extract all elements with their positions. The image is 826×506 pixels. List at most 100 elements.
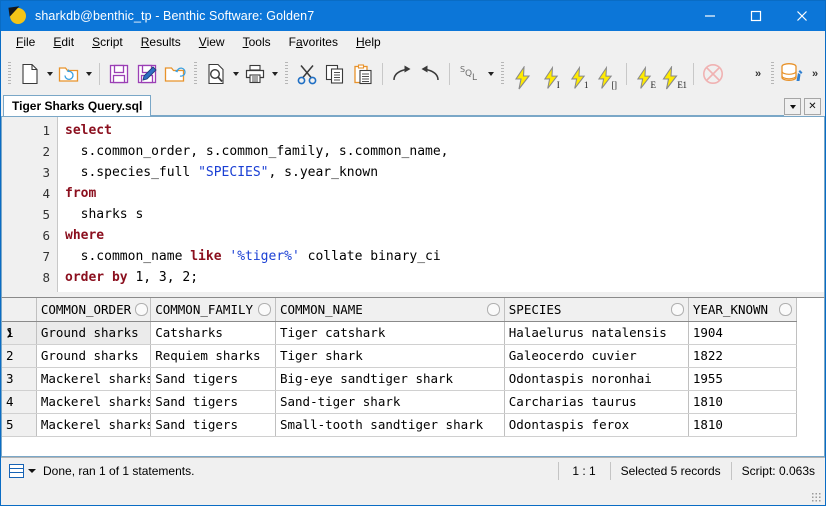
database-tools-icon[interactable]: [779, 58, 807, 90]
results-grid-icon[interactable]: [9, 463, 24, 478]
save-icon[interactable]: [105, 58, 133, 90]
sql-dropdown-icon[interactable]: [485, 58, 496, 90]
execute-interactive-icon[interactable]: I: [537, 58, 565, 90]
find-icon[interactable]: [202, 58, 230, 90]
table-cell[interactable]: Tiger catshark: [275, 321, 505, 345]
print-icon[interactable]: [241, 58, 269, 90]
maximize-icon[interactable]: [733, 1, 779, 31]
toolbar-grip-4[interactable]: [501, 62, 504, 86]
table-cell[interactable]: Sand tigers: [150, 390, 276, 414]
row-header[interactable]: 2: [2, 344, 37, 368]
copy-icon[interactable]: [321, 58, 349, 90]
table-cell[interactable]: Sand tigers: [150, 367, 276, 391]
table-cell[interactable]: Small-tooth sandtiger shark: [275, 413, 505, 437]
table-row[interactable]: 2 Ground sharks Requiem sharks Tiger shark G…: [2, 344, 798, 368]
close-icon[interactable]: [779, 1, 825, 31]
row-header[interactable]: 3: [2, 367, 37, 391]
menu-help[interactable]: Help: [347, 32, 390, 52]
cancel-icon[interactable]: [699, 58, 727, 90]
row-header[interactable]: 5: [2, 413, 37, 437]
table-cell[interactable]: Carcharias taurus: [504, 390, 689, 414]
table-cell[interactable]: Catsharks: [150, 321, 276, 345]
status-grid-dropdown-icon[interactable]: [28, 468, 36, 473]
table-cell[interactable]: 1810: [688, 413, 798, 437]
table-cell[interactable]: Mackerel sharks: [36, 390, 152, 414]
column-filter-icon[interactable]: [486, 302, 500, 316]
column-header-common-name[interactable]: COMMON_NAME: [275, 298, 505, 322]
print-dropdown-icon[interactable]: [269, 58, 280, 90]
table-cell[interactable]: Sand-tiger shark: [275, 390, 505, 414]
column-filter-icon[interactable]: [257, 302, 271, 316]
toolbar-overflow-2-icon[interactable]: »: [807, 58, 823, 90]
table-cell[interactable]: Tiger shark: [275, 344, 505, 368]
minimize-icon[interactable]: [687, 1, 733, 31]
table-cell[interactable]: Requiem sharks: [150, 344, 276, 368]
paste-icon[interactable]: [349, 58, 377, 90]
table-cell[interactable]: Odontaspis noronhai: [504, 367, 689, 391]
execute-one-icon[interactable]: 1: [565, 58, 593, 90]
table-cell[interactable]: 1904: [688, 321, 798, 345]
results-grid[interactable]: COMMON_ORDER COMMON_FAMILY COMMON_NAME SPEC…: [1, 297, 825, 457]
execute-export-icon[interactable]: E: [632, 58, 660, 90]
execute-export-one-icon[interactable]: E1: [660, 58, 688, 90]
table-row[interactable]: 5 Mackerel sharks Sand tigers Small-tooth s…: [2, 413, 798, 437]
table-cell[interactable]: Halaelurus natalensis: [504, 321, 689, 345]
execute-selection-icon[interactable]: []: [593, 58, 621, 90]
table-cell[interactable]: Galeocerdo cuvier: [504, 344, 689, 368]
open-file-dropdown-icon[interactable]: [83, 58, 94, 90]
table-row[interactable]: 4 Mackerel sharks Sand tigers Sand-tiger sh…: [2, 390, 798, 414]
grid-corner-header[interactable]: [2, 298, 37, 322]
table-cell[interactable]: 1955: [688, 367, 798, 391]
table-row[interactable]: ❯ 1 Ground sharks Catsharks Tiger catshark Ha…: [2, 321, 798, 345]
column-header-common-family[interactable]: COMMON_FAMILY: [150, 298, 276, 322]
table-cell[interactable]: 1822: [688, 344, 798, 368]
menu-script[interactable]: Script: [83, 32, 132, 52]
menu-results[interactable]: Results: [132, 32, 190, 52]
table-cell[interactable]: 1810: [688, 390, 798, 414]
new-file-icon[interactable]: [16, 58, 44, 90]
save-as-icon[interactable]: [133, 58, 161, 90]
toolbar-separator-3: [449, 63, 450, 85]
execute-icon[interactable]: [509, 58, 537, 90]
column-header-species[interactable]: SPECIES: [504, 298, 689, 322]
table-cell[interactable]: Big-eye sandtiger shark: [275, 367, 505, 391]
menu-view[interactable]: View: [190, 32, 234, 52]
table-cell[interactable]: Ground sharks: [36, 344, 152, 368]
table-cell[interactable]: Odontaspis ferox: [504, 413, 689, 437]
table-cell[interactable]: Mackerel sharks: [36, 413, 152, 437]
table-row[interactable]: 3 Mackerel sharks Sand tigers Big-eye sandt…: [2, 367, 798, 391]
editor-code-area[interactable]: select s.common_order, s.common_family, …: [58, 117, 824, 292]
undo-icon[interactable]: [416, 58, 444, 90]
menu-tools[interactable]: Tools: [234, 32, 280, 52]
column-filter-icon[interactable]: [135, 302, 149, 316]
tab-close-icon[interactable]: ✕: [804, 98, 821, 115]
toolbar-grip-2[interactable]: [194, 62, 197, 86]
menu-edit[interactable]: Edit: [44, 32, 83, 52]
toolbar-grip-5[interactable]: [771, 62, 774, 86]
open-file-icon[interactable]: [55, 58, 83, 90]
new-file-dropdown-icon[interactable]: [44, 58, 55, 90]
menu-file[interactable]: File: [7, 32, 44, 52]
sql-icon[interactable]: S Q L: [455, 58, 485, 90]
toolbar-grip[interactable]: [8, 62, 11, 86]
redo-icon[interactable]: [388, 58, 416, 90]
toolbar-grip-3[interactable]: [285, 62, 288, 86]
tab-list-dropdown-icon[interactable]: [784, 98, 801, 115]
row-header[interactable]: 4: [2, 390, 37, 414]
column-filter-icon[interactable]: [779, 302, 792, 316]
revert-icon[interactable]: [161, 58, 189, 90]
tab-tiger-sharks-query[interactable]: Tiger Sharks Query.sql: [3, 95, 152, 116]
column-header-common-order[interactable]: COMMON_ORDER: [36, 298, 152, 322]
column-header-year-known[interactable]: YEAR_KNOWN: [688, 298, 798, 322]
cut-icon[interactable]: [293, 58, 321, 90]
column-filter-icon[interactable]: [670, 302, 684, 316]
row-header[interactable]: ❯ 1: [2, 321, 37, 345]
table-cell[interactable]: Mackerel sharks: [36, 367, 152, 391]
toolbar-overflow-icon[interactable]: »: [750, 58, 766, 90]
table-cell[interactable]: Ground sharks: [36, 321, 152, 345]
menu-favorites[interactable]: Favorites: [280, 32, 347, 52]
resize-grip[interactable]: [811, 492, 821, 502]
find-dropdown-icon[interactable]: [230, 58, 241, 90]
table-cell[interactable]: Sand tigers: [150, 413, 276, 437]
sql-editor[interactable]: 1 2 3 4 5 6 7 8 select s.common_order, s…: [1, 117, 825, 292]
